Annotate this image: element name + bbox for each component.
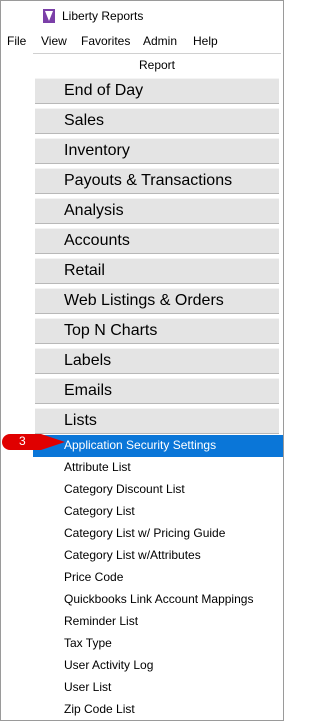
report-label: Quickbooks Link Account Mappings	[64, 592, 254, 606]
menu-bar: File View Favorites Admin Help	[1, 31, 283, 51]
app-window: Liberty Reports File View Favorites Admi…	[0, 0, 284, 721]
report-label: Tax Type	[64, 636, 112, 650]
category-lists[interactable]: Lists	[35, 408, 279, 434]
report-category-list-attributes[interactable]: Category List w/Attributes	[33, 545, 283, 567]
report-label: Category Discount List	[64, 482, 185, 496]
category-sales[interactable]: Sales	[35, 108, 279, 134]
category-label: Labels	[64, 352, 112, 369]
category-payouts-transactions[interactable]: Payouts & Transactions	[35, 168, 279, 194]
report-category-list[interactable]: Category List	[33, 501, 283, 523]
report-application-security-settings[interactable]: Application Security Settings	[33, 435, 283, 457]
category-label: Payouts & Transactions	[64, 172, 233, 189]
report-user-activity-log[interactable]: User Activity Log	[33, 655, 283, 677]
report-quickbooks-link-account-mappings[interactable]: Quickbooks Link Account Mappings	[33, 589, 283, 611]
menu-help[interactable]: Help	[193, 34, 218, 48]
window-title: Liberty Reports	[62, 9, 144, 23]
category-label: Web Listings & Orders	[64, 292, 224, 309]
category-label: Accounts	[64, 232, 130, 249]
category-label: Retail	[64, 262, 105, 279]
category-label: Emails	[64, 382, 113, 399]
report-label: Attribute List	[64, 460, 131, 474]
menu-file[interactable]: File	[7, 34, 26, 48]
app-logo-icon	[43, 9, 55, 23]
category-labels[interactable]: Labels	[35, 348, 279, 374]
report-category-discount-list[interactable]: Category Discount List	[33, 479, 283, 501]
report-label: User Activity Log	[64, 658, 154, 672]
category-label: Top N Charts	[64, 322, 158, 339]
report-label: Category List	[64, 504, 135, 518]
category-label: Sales	[64, 112, 105, 129]
report-reminder-list[interactable]: Reminder List	[33, 611, 283, 633]
report-panel: End of Day Sales Inventory Payouts & Tra…	[33, 75, 283, 720]
callout-number: 3	[19, 434, 26, 448]
report-attribute-list[interactable]: Attribute List	[33, 457, 283, 479]
category-label: Analysis	[64, 202, 124, 219]
category-inventory[interactable]: Inventory	[35, 138, 279, 164]
report-tax-type[interactable]: Tax Type	[33, 633, 283, 655]
category-top-n-charts[interactable]: Top N Charts	[35, 318, 279, 344]
category-analysis[interactable]: Analysis	[35, 198, 279, 224]
category-label: Lists	[64, 412, 97, 429]
report-label: Reminder List	[64, 614, 139, 628]
category-label: Inventory	[64, 142, 130, 159]
menu-favorites[interactable]: Favorites	[81, 34, 130, 48]
menu-view[interactable]: View	[41, 34, 67, 48]
report-price-code[interactable]: Price Code	[33, 567, 283, 589]
category-web-listings-orders[interactable]: Web Listings & Orders	[35, 288, 279, 314]
report-label: Category List w/Attributes	[64, 548, 201, 562]
tab-report-label: Report	[138, 58, 176, 72]
category-label: End of Day	[64, 82, 144, 99]
report-label: Category List w/ Pricing Guide	[64, 526, 226, 540]
left-gutter	[1, 75, 33, 720]
category-retail[interactable]: Retail	[35, 258, 279, 284]
report-category-list-pricing-guide[interactable]: Category List w/ Pricing Guide	[33, 523, 283, 545]
title-bar: Liberty Reports	[1, 1, 283, 31]
tab-report[interactable]: Report	[33, 53, 281, 77]
report-label: User List	[64, 680, 112, 694]
report-label: Zip Code List	[64, 702, 135, 716]
category-end-of-day[interactable]: End of Day	[35, 78, 279, 104]
report-label: Price Code	[64, 570, 124, 584]
report-zip-code-list[interactable]: Zip Code List	[33, 699, 283, 721]
category-accounts[interactable]: Accounts	[35, 228, 279, 254]
category-emails[interactable]: Emails	[35, 378, 279, 404]
callout-arrow-icon	[2, 434, 65, 450]
report-user-list[interactable]: User List	[33, 677, 283, 699]
menu-admin[interactable]: Admin	[143, 34, 177, 48]
step-callout: 3	[1, 433, 67, 451]
report-label: Application Security Settings	[64, 438, 217, 452]
